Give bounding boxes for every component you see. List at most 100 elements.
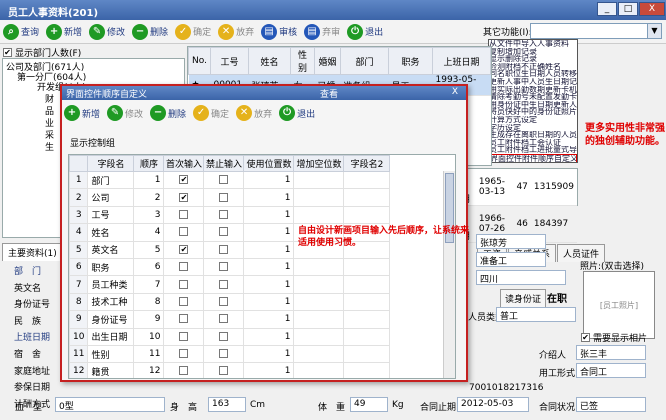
- toolbar-button-3[interactable]: − 删除: [132, 23, 168, 40]
- table-row[interactable]: 6 职务 6 1: [69, 257, 391, 277]
- first-input-cell[interactable]: [163, 362, 205, 378]
- menu-item[interactable]: 生成存在离职日期的人员离职单: [489, 131, 577, 139]
- first-input-cell[interactable]: ✔: [163, 240, 205, 259]
- disable-input-cell[interactable]: [203, 205, 245, 225]
- toolbar-button-8[interactable]: ⏻ 退出: [347, 23, 383, 40]
- disable-input-cell[interactable]: [203, 188, 245, 207]
- order-cell[interactable]: 2: [133, 188, 165, 207]
- read-id-card-button[interactable]: 读身份证: [500, 289, 547, 308]
- table-row[interactable]: 8 技术工种 8 1: [69, 292, 391, 312]
- chevron-down-icon[interactable]: ▼: [647, 24, 661, 38]
- column-header[interactable]: 增加空位数: [293, 155, 345, 172]
- blank-count-cell[interactable]: [293, 205, 345, 225]
- column-header[interactable]: 部门: [340, 47, 389, 75]
- checkbox[interactable]: ✔: [179, 244, 189, 254]
- blank-count-cell[interactable]: [293, 362, 345, 378]
- first-input-cell[interactable]: [163, 257, 205, 277]
- first-input-cell[interactable]: ✔: [163, 170, 205, 190]
- order-cell[interactable]: 9: [133, 310, 165, 329]
- position-count-cell[interactable]: 1: [243, 362, 295, 378]
- contract-end-field[interactable]: 2012-05-03: [457, 397, 529, 412]
- blank-count-cell[interactable]: [293, 344, 345, 364]
- field-name-cell[interactable]: 公司: [87, 188, 135, 207]
- order-cell[interactable]: 4: [133, 223, 165, 242]
- column-header[interactable]: [69, 155, 89, 172]
- table-row[interactable]: 11 性别 11 1: [69, 344, 391, 364]
- checkbox[interactable]: [219, 331, 229, 341]
- province-field[interactable]: 四川: [476, 270, 566, 285]
- disable-input-cell[interactable]: [203, 170, 245, 190]
- name-field[interactable]: 张琼芳: [476, 234, 546, 249]
- checkbox[interactable]: ✔: [3, 48, 12, 57]
- menu-item[interactable]: 用实际出勤数期更新卡机号: [489, 86, 577, 94]
- field-name2-cell[interactable]: [343, 275, 391, 294]
- checkbox[interactable]: [219, 209, 229, 219]
- column-header[interactable]: 使用位置数: [243, 155, 295, 172]
- field-name2-cell[interactable]: [343, 205, 391, 225]
- blank-count-cell[interactable]: [293, 310, 345, 329]
- disable-input-cell[interactable]: [203, 257, 245, 277]
- field-name2-cell[interactable]: [343, 292, 391, 312]
- toolbar-button-6[interactable]: ▤ 审核: [261, 23, 297, 40]
- column-header[interactable]: 首次输入: [163, 155, 205, 172]
- position-count-cell[interactable]: 1: [243, 257, 295, 277]
- column-header[interactable]: 职务: [388, 47, 433, 75]
- toolbar-button-1[interactable]: + 新增: [46, 23, 82, 40]
- dialog-toolbar-button-0[interactable]: + 新增: [64, 105, 100, 121]
- order-cell[interactable]: 5: [133, 240, 165, 259]
- toolbar-button-4[interactable]: ✓ 确定: [175, 23, 211, 40]
- position-count-cell[interactable]: 1: [243, 240, 295, 259]
- introducer-field[interactable]: 张三丰: [576, 345, 646, 360]
- order-cell[interactable]: 7: [133, 275, 165, 294]
- dialog-toolbar-button-1[interactable]: ✎ 修改: [107, 105, 143, 121]
- checkbox[interactable]: [219, 192, 229, 202]
- blank-count-cell[interactable]: [293, 257, 345, 277]
- checkbox[interactable]: ✔: [179, 192, 189, 202]
- column-header[interactable]: 婚姻: [314, 47, 341, 75]
- employment-type-field[interactable]: 合同工: [576, 363, 646, 378]
- dialog-close-icon[interactable]: X: [452, 87, 458, 97]
- field-name2-cell[interactable]: [343, 257, 391, 277]
- person-type-field[interactable]: 普工: [496, 307, 576, 322]
- position-count-cell[interactable]: 1: [243, 170, 295, 190]
- checkbox[interactable]: [219, 366, 229, 376]
- blank-count-cell[interactable]: [293, 327, 345, 346]
- position-count-cell[interactable]: 1: [243, 344, 295, 364]
- menu-item[interactable]: 检测附档不正确姓名: [489, 63, 577, 71]
- first-input-cell[interactable]: [163, 292, 205, 312]
- checkbox[interactable]: [179, 349, 189, 359]
- menu-item[interactable]: 更新人事中人员生日期记录职代: [489, 78, 577, 86]
- menu-item[interactable]: 员工附件档工进批量式导入: [489, 146, 577, 154]
- checkbox[interactable]: [179, 366, 189, 376]
- grid-scrollbar[interactable]: [443, 171, 455, 378]
- column-header[interactable]: No.: [188, 47, 211, 75]
- minimize-button[interactable]: _: [597, 2, 617, 16]
- first-input-cell[interactable]: [163, 205, 205, 225]
- disable-input-cell[interactable]: [203, 327, 245, 346]
- disable-input-cell[interactable]: [203, 292, 245, 312]
- menu-item[interactable]: 显示删除记录: [489, 55, 577, 63]
- column-header[interactable]: 上班日期: [432, 47, 491, 75]
- first-input-cell[interactable]: ✔: [163, 188, 205, 207]
- field-name2-cell[interactable]: [343, 170, 391, 190]
- disable-input-cell[interactable]: [203, 275, 245, 294]
- checkbox[interactable]: [179, 227, 189, 237]
- blank-count-cell[interactable]: [293, 292, 345, 312]
- table-row[interactable]: 1 部门 1 ✔ 1: [69, 170, 391, 190]
- menu-item[interactable]: 用身份证中生日期更新人员出生日期: [489, 101, 577, 109]
- menu-item[interactable]: 计算方式设定: [489, 116, 577, 124]
- weight-field[interactable]: 49: [350, 397, 388, 412]
- column-header[interactable]: 工号: [210, 47, 249, 75]
- checkbox[interactable]: [219, 244, 229, 254]
- menu-item[interactable]: 将员快好中的身份证照片存存入人员照片: [489, 108, 577, 116]
- order-cell[interactable]: 12: [133, 362, 165, 378]
- disable-input-cell[interactable]: [203, 310, 245, 329]
- maximize-button[interactable]: □: [618, 2, 638, 16]
- tab-main-info[interactable]: 主要资料(1): [2, 243, 63, 261]
- field-name2-cell[interactable]: [343, 310, 391, 329]
- position-count-cell[interactable]: 1: [243, 188, 295, 207]
- field-name-cell[interactable]: 出生日期: [87, 327, 135, 346]
- column-header[interactable]: 性别: [290, 47, 315, 75]
- dialog-toolbar-button-2[interactable]: − 删除: [150, 105, 186, 121]
- checkbox[interactable]: [219, 314, 229, 324]
